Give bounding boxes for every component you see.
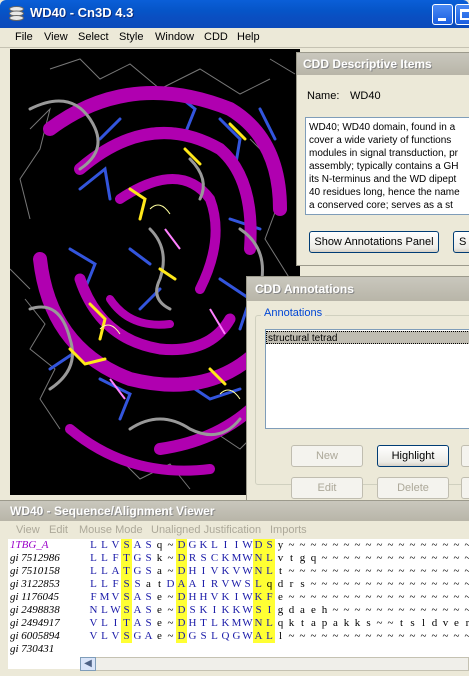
cn3d-app-icon [9,6,24,21]
menu-file[interactable]: File [15,31,33,43]
alignment-horizontal-scrollbar[interactable] [80,657,469,671]
window-title: WD40 - Cn3D 4.3 [30,5,134,20]
alignment-row[interactable]: gi 2494917 V L I T A Se ~ D H T L K MW N Lq k t a p a k k s ~ ~ t s… [8,617,469,630]
sequence-id[interactable]: gi 730431 [10,643,54,656]
name-value: WD40 [350,90,381,102]
alignment-row[interactable]: gi 7510158 L L A T G Sa ~ D H I V K V W N Lt ~ ~ ~ ~ ~ ~ ~ ~ ~ ~ ~ ~… [8,565,469,578]
edit-button[interactable]: Edit [291,477,363,499]
sequence-id[interactable]: gi 7510158 [10,565,60,578]
sequence-id[interactable]: gi 2494917 [10,617,60,630]
alignment-row[interactable]: gi 3122853 L L F S Sa t D A A I R V W S Lq d r s ~ ~ ~ ~ ~ ~ ~ ~ ~ ~… [8,578,469,591]
menu-help[interactable]: Help [237,31,260,43]
show-annotations-panel-button[interactable]: Show Annotations Panel [309,231,439,253]
sequence-id[interactable]: gi 7512986 [10,552,60,565]
description-line: assembly; typically contains a GH [309,161,459,172]
alignment-row[interactable]: gi 6005894 V L V S G Ae ~ D G S L Q G W A Ll ~ ~ ~ ~ ~ ~ ~ ~ ~ ~ ~ ~… [8,630,469,643]
annotations-listbox[interactable]: structural tetrad [265,329,469,429]
menu-select[interactable]: Select [78,31,109,43]
minimize-button[interactable] [432,4,453,25]
menu-bar: File View Select Style Window CDD Help [0,28,469,48]
cdd-descriptive-titlebar[interactable]: CDD Descriptive Items [297,53,469,75]
sequence-residues[interactable]: LLFTGSk~DRSCKMWNLvtgq~~~~~~~~~~~~~~~~ [88,552,469,565]
maximize-button[interactable] [455,4,469,25]
menu-cdd[interactable]: CDD [204,31,228,43]
annotation-list-item[interactable]: structural tetrad [266,331,469,344]
description-line: cover a wide variety of functions [309,135,452,146]
description-line: WD40; WD40 domain, found in a [309,122,456,133]
seq-menu-unaligned-justification[interactable]: Unaligned Justification [151,524,261,536]
menu-window[interactable]: Window [155,31,194,43]
sequence-residues[interactable]: NLWSASe~DSKIKKWSIgdaeh~~~~~~~~~~~~~~sl [88,604,469,617]
description-line: its N-terminus and the WD dipept [309,174,457,185]
alignment-row[interactable]: gi 2498838 N L W S A Se ~ D S K I K K W S Ig d a e h ~ ~ ~ ~ ~ ~ ~ ~… [8,604,469,617]
sequence-residues[interactable]: FMVSASe~DHHVKIWKFe~~~~~~~~~~~~~~~~~~~ [88,591,469,604]
annotations-side-button-bottom[interactable] [461,477,469,499]
seq-menu-mouse-mode[interactable]: Mouse Mode [79,524,143,536]
highlight-button[interactable]: Highlight [377,445,449,467]
cdd-descriptive-items-window[interactable]: CDD Descriptive Items Name: WD40 WD40; W… [296,52,469,266]
description-line: 40 residues long, hence the name [309,187,460,198]
sequence-residues[interactable]: VLVSGAe~DGSLQGWALl~~~~~~~~~~~~~~~~~~~ [88,630,469,643]
cdd-annotations-titlebar[interactable]: CDD Annotations [247,277,469,301]
sequence-id[interactable]: gi 6005894 [10,630,60,643]
alignment-row[interactable]: gi 7512986 L L F T G Sk ~ D R S C K MW N Lv t g q ~ ~ ~ ~ ~ ~ ~ ~ ~… [8,552,469,565]
sequence-alignment-viewer[interactable]: WD40 - Sequence/Alignment Viewer View Ed… [0,500,469,676]
description-line: modules in signal transduction, pr [309,148,458,159]
sequence-residues[interactable]: LLVSASq~DGKLIIWDSy~~~~~~~~~~~~~~~~~~~ [88,539,469,552]
cdd-annotations-title: CDD Annotations [255,282,354,296]
sequence-residues[interactable]: V L I T A Se ~ D H T L K MW N Lq k t a p a k k s ~ ~ t s l d v e r [88,617,469,630]
sequence-id[interactable]: gi 3122853 [10,578,60,591]
alignment-row[interactable]: gi 730431 [8,643,469,656]
menu-view[interactable]: View [44,31,68,43]
annotations-side-button-top[interactable] [461,445,469,467]
annotations-group-label: Annotations [261,307,326,319]
cdd-annotations-window[interactable]: CDD Annotations Annotations structural t… [246,276,469,504]
new-button[interactable]: New [291,445,363,467]
sequence-id[interactable]: 1TBG_A [10,539,49,552]
alignment-panel[interactable]: 1TBG_A L L V S A Sq ~ D G K L I I W D Sy ~ ~ ~ ~ ~ ~ ~ ~ ~ ~ ~ ~ ~ ~ ~ ~… [8,539,469,669]
seq-menu-edit[interactable]: Edit [49,524,68,536]
sequence-viewer-title: WD40 - Sequence/Alignment Viewer [10,504,215,518]
seq-menu-imports[interactable]: Imports [270,524,307,536]
sequence-viewer-titlebar[interactable]: WD40 - Sequence/Alignment Viewer [0,501,469,521]
description-textarea[interactable]: WD40; WD40 domain, found in a cover a wi… [305,117,469,215]
cdd-descriptive-title: CDD Descriptive Items [303,57,432,71]
descriptive-second-button[interactable]: S [453,231,469,253]
alignment-row[interactable]: gi 1176045 F M V S A Se ~ D H H V K I W K Fe ~ ~ ~ ~ ~ ~ ~ ~ ~ ~ ~ ~… [8,591,469,604]
sequence-residues[interactable]: LLATGSa~DHIVKVWNLt~~~~~~~~~~~~~~~~~~~ [88,565,469,578]
sequence-viewer-menubar: View Edit Mouse Mode Unaligned Justifica… [0,521,469,539]
seq-menu-view[interactable]: View [16,524,40,536]
menu-style[interactable]: Style [119,31,143,43]
name-label: Name: [307,90,340,102]
description-line: a conserved core; serves as a st [309,200,453,211]
sequence-id[interactable]: gi 2498838 [10,604,60,617]
delete-button[interactable]: Delete [377,477,449,499]
main-titlebar[interactable]: WD40 - Cn3D 4.3 [0,0,469,28]
scroll-left-arrow-icon[interactable]: ◀ [80,657,96,671]
sequence-residues[interactable]: LLFSSatDAAIRVWSLqdrs~~~~~~~~~~~~~~~~~ [88,578,469,591]
alignment-row[interactable]: 1TBG_A L L V S A Sq ~ D G K L I I W D Sy ~ ~ ~ ~ ~ ~ ~ ~ ~ ~ ~ ~ ~ ~ ~ ~… [8,539,469,552]
sequence-id[interactable]: gi 1176045 [10,591,59,604]
